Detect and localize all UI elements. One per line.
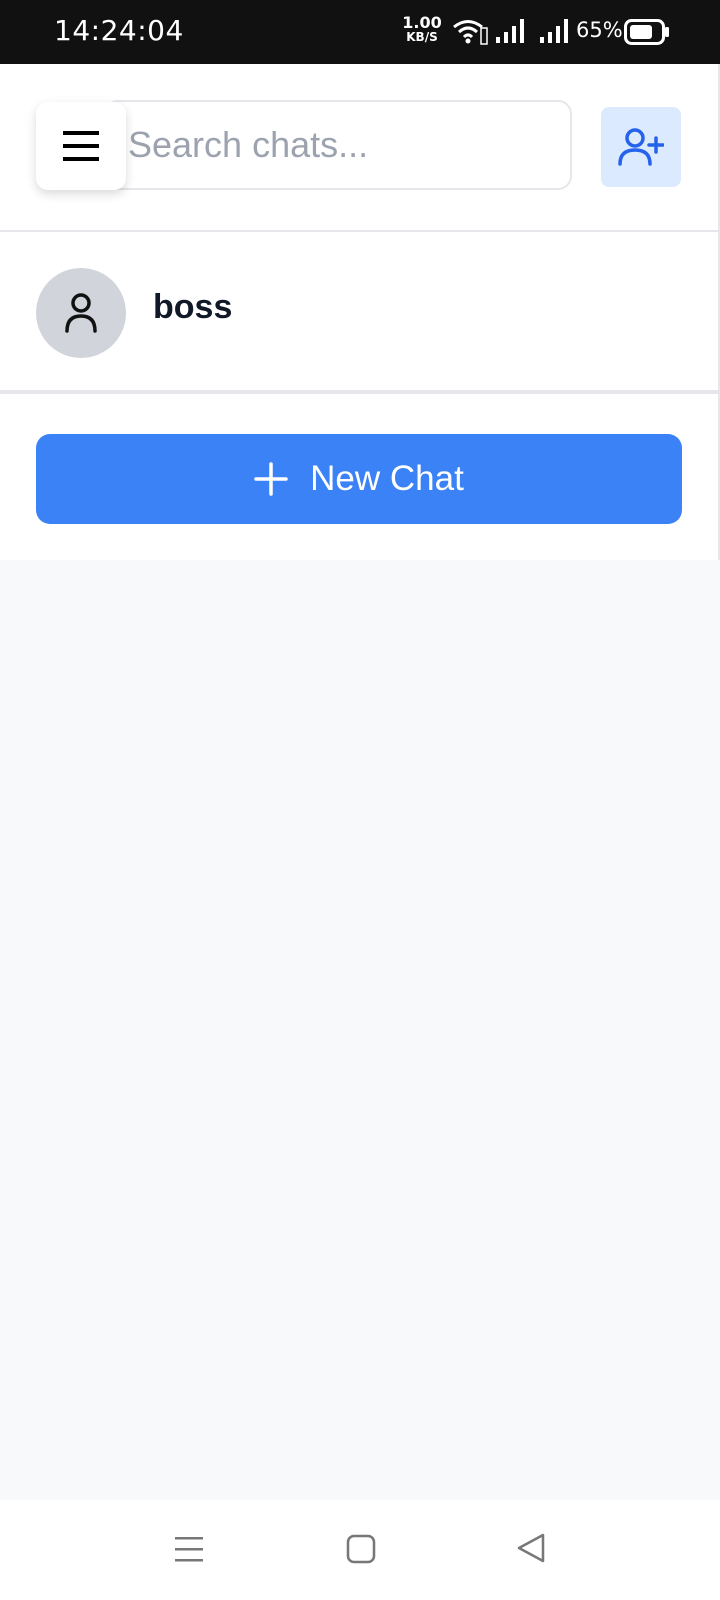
- battery-icon: [624, 19, 669, 45]
- network-speed: 1.00 KB/S: [402, 13, 442, 45]
- battery-percent: 65%: [576, 18, 623, 42]
- avatar: [36, 268, 126, 358]
- search-header: [0, 64, 718, 232]
- search-box[interactable]: [104, 100, 572, 190]
- chat-list-item[interactable]: boss: [0, 232, 718, 394]
- back-icon[interactable]: [516, 1532, 546, 1564]
- plus-icon: [254, 462, 288, 496]
- menu-button[interactable]: [36, 102, 126, 190]
- status-time: 14:24:04: [54, 14, 184, 47]
- search-input[interactable]: [128, 102, 558, 188]
- network-speed-value: 1.00: [402, 13, 442, 32]
- user-icon: [65, 293, 97, 333]
- user-plus-icon: [618, 128, 664, 166]
- recent-apps-icon[interactable]: [174, 1534, 204, 1564]
- wifi-icon: [453, 20, 488, 45]
- home-icon[interactable]: [346, 1534, 376, 1564]
- add-user-button[interactable]: [601, 107, 681, 187]
- chat-drawer: boss New Chat: [0, 64, 720, 560]
- chat-name: boss: [153, 288, 233, 326]
- signal-icon: [496, 19, 524, 43]
- navigation-bar: [0, 1500, 720, 1600]
- menu-icon: [63, 131, 99, 161]
- signal-icon: [540, 19, 568, 43]
- new-chat-button[interactable]: New Chat: [36, 434, 682, 524]
- status-bar: 14:24:04 1.00 KB/S 65%: [0, 0, 720, 64]
- network-speed-unit: KB/S: [406, 30, 438, 44]
- new-chat-label: New Chat: [310, 459, 464, 498]
